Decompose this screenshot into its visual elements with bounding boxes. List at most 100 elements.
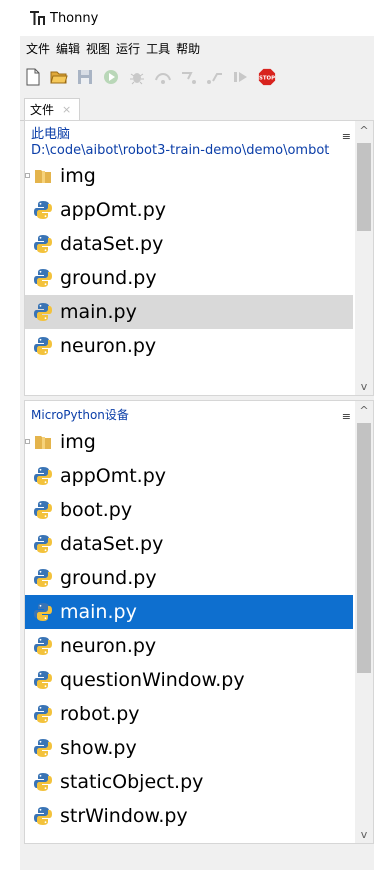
stop-icon: STOP: [258, 68, 276, 86]
menu-help[interactable]: 帮助: [176, 40, 200, 57]
debug-icon: [130, 73, 144, 85]
local-file-list: img appOmt.py dataSet.py ground.py main.py ne…: [25, 159, 373, 363]
device-panel-menu-icon[interactable]: ≡: [342, 409, 351, 425]
file-item[interactable]: main.py: [25, 295, 353, 329]
device-file-list: img appOmt.py boot.py dataSet.py ground.py ma…: [25, 425, 373, 833]
file-name: appOmt.py: [60, 465, 167, 487]
file-item[interactable]: neuron.py: [25, 629, 353, 663]
resume-button[interactable]: [232, 68, 250, 86]
file-item[interactable]: dataSet.py: [25, 227, 353, 261]
python-file-icon: [34, 569, 52, 587]
folder-item[interactable]: img: [25, 425, 353, 459]
file-name: main.py: [60, 301, 137, 323]
stop-label: STOP: [259, 75, 275, 81]
menu-view[interactable]: 视图: [86, 40, 110, 57]
device-panel-title: MicroPython设备: [31, 408, 129, 422]
scroll-up-icon[interactable]: ^: [355, 121, 373, 139]
step-into-button[interactable]: [180, 68, 198, 86]
stop-button[interactable]: STOP: [258, 68, 276, 86]
menu-bar: 文件 编辑 视图 运行 工具 帮助: [20, 36, 374, 60]
local-panel-title: 此电脑: [31, 127, 71, 142]
python-file-icon: [34, 269, 52, 287]
tab-files[interactable]: 文件 ×: [24, 98, 80, 120]
file-item[interactable]: appOmt.py: [25, 459, 353, 493]
python-file-icon: [34, 303, 52, 321]
file-name: dataSet.py: [60, 233, 164, 255]
save-icon: [78, 70, 92, 84]
file-item[interactable]: ground.py: [25, 561, 353, 595]
app-title: Thonny: [50, 10, 99, 26]
file-name: main.py: [60, 601, 137, 623]
file-item[interactable]: strWindow.py: [25, 799, 353, 833]
file-name: neuron.py: [60, 635, 157, 657]
thonny-window: Thonny 文件 编辑 视图 运行 工具 帮助 STOP 文件 × 此电脑 D…: [20, 0, 374, 870]
python-file-icon: [34, 603, 52, 621]
file-name: ground.py: [60, 567, 157, 589]
file-name: ground.py: [60, 267, 157, 289]
file-item[interactable]: appOmt.py: [25, 193, 353, 227]
file-item[interactable]: show.py: [25, 731, 353, 765]
tab-bar: 文件 ×: [20, 96, 374, 121]
step-out-icon: [207, 73, 222, 84]
local-path[interactable]: D:\code\aibot\robot3-train-demo\demo\omb…: [31, 143, 343, 159]
file-item[interactable]: questionWindow.py: [25, 663, 353, 697]
menu-run[interactable]: 运行: [116, 40, 140, 57]
menu-file[interactable]: 文件: [26, 40, 50, 57]
file-item[interactable]: robot.py: [25, 697, 353, 731]
new-file-button[interactable]: [24, 68, 42, 86]
python-file-icon: [34, 739, 52, 757]
run-button[interactable]: [102, 68, 120, 86]
folder-item[interactable]: img: [25, 159, 353, 193]
file-name: boot.py: [60, 499, 133, 521]
close-icon[interactable]: ×: [62, 103, 71, 116]
step-over-icon: [155, 73, 171, 84]
python-file-icon: [34, 807, 52, 825]
expand-icon[interactable]: [25, 173, 30, 178]
file-name: appOmt.py: [60, 199, 167, 221]
file-name: dataSet.py: [60, 533, 164, 555]
tab-files-label: 文件: [30, 103, 55, 117]
save-button[interactable]: [76, 68, 94, 86]
file-item[interactable]: neuron.py: [25, 329, 353, 363]
menu-edit[interactable]: 编辑: [56, 40, 80, 57]
folder-icon: [35, 436, 51, 449]
python-file-icon: [34, 467, 52, 485]
scroll-down-icon[interactable]: v: [355, 377, 373, 395]
open-file-button[interactable]: [50, 68, 68, 86]
status-bar: [20, 846, 374, 870]
scrollbar-thumb[interactable]: [357, 143, 371, 231]
thonny-logo-icon: [30, 11, 45, 25]
python-file-icon: [34, 773, 52, 791]
file-item[interactable]: boot.py: [25, 493, 353, 527]
expand-icon[interactable]: [25, 439, 30, 444]
run-icon: [104, 70, 118, 84]
python-file-icon: [34, 235, 52, 253]
python-file-icon: [34, 637, 52, 655]
device-scrollbar[interactable]: ^ v: [355, 401, 373, 843]
file-name: show.py: [60, 737, 137, 759]
step-out-button[interactable]: [206, 68, 224, 86]
file-item[interactable]: dataSet.py: [25, 527, 353, 561]
scrollbar-thumb[interactable]: [357, 423, 371, 673]
file-name: img: [60, 165, 96, 187]
title-bar: Thonny: [20, 0, 374, 36]
step-over-button[interactable]: [154, 68, 172, 86]
file-item[interactable]: main.py: [25, 595, 353, 629]
open-folder-icon: [50, 71, 68, 84]
file-name: strWindow.py: [60, 805, 188, 827]
local-files-panel: 此电脑 D:\code\aibot\robot3-train-demo\demo…: [24, 120, 374, 396]
step-into-icon: [182, 72, 196, 84]
file-item[interactable]: ground.py: [25, 261, 353, 295]
debug-button[interactable]: [128, 68, 146, 86]
resume-icon: [234, 72, 247, 82]
folder-icon: [35, 170, 51, 183]
local-panel-header: 此电脑 D:\code\aibot\robot3-train-demo\demo…: [25, 121, 373, 159]
python-file-icon: [34, 705, 52, 723]
device-panel-header: MicroPython设备 ≡: [25, 401, 373, 423]
local-panel-menu-icon[interactable]: ≡: [342, 129, 351, 145]
scroll-down-icon[interactable]: v: [355, 825, 373, 843]
scroll-up-icon[interactable]: ^: [355, 401, 373, 419]
menu-tools[interactable]: 工具: [146, 40, 170, 57]
file-item[interactable]: staticObject.py: [25, 765, 353, 799]
local-scrollbar[interactable]: ^ v: [355, 121, 373, 395]
